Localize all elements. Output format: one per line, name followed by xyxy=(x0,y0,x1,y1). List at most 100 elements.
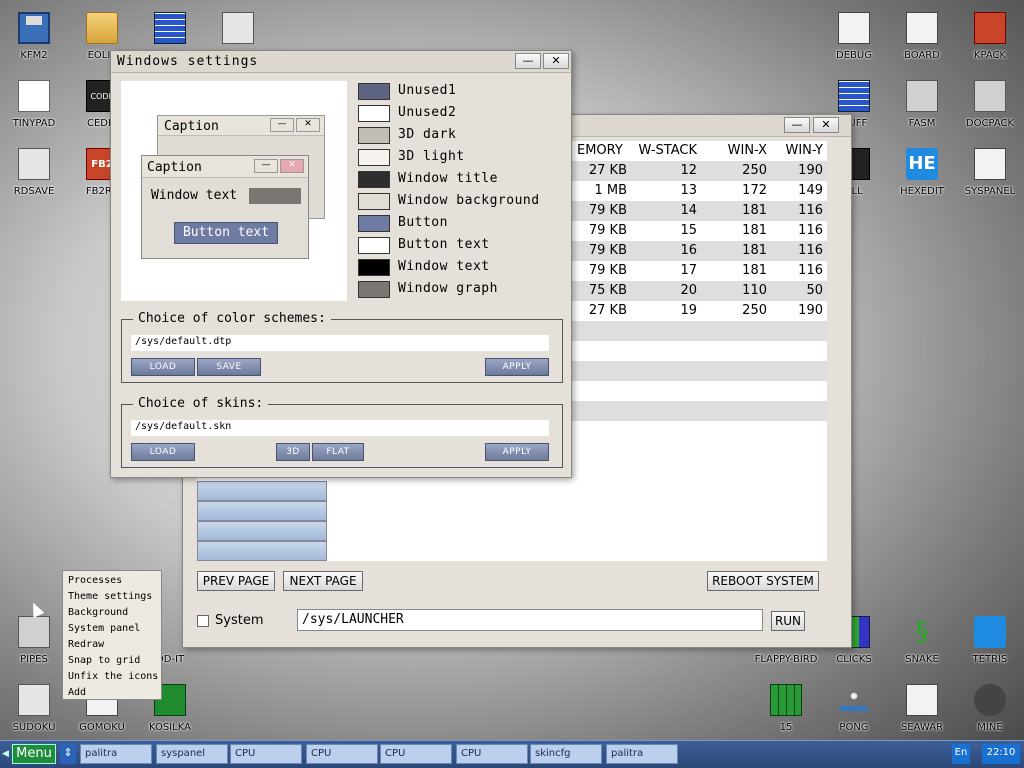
desktop-icon-tetris[interactable]: TETRIS xyxy=(958,606,1022,670)
tetris-icon xyxy=(974,616,1006,648)
table-cell: 75 KB xyxy=(588,283,627,298)
menu-button[interactable]: Menu xyxy=(12,744,56,764)
color-swatch-3d-light[interactable] xyxy=(358,149,390,166)
close-button[interactable]: ✕ xyxy=(813,117,839,133)
mine-icon xyxy=(974,684,1006,716)
grid-app-icon xyxy=(154,12,186,44)
ship-icon xyxy=(906,684,938,716)
table-cell: 190 xyxy=(798,163,823,178)
scheme-load-button[interactable]: LOAD xyxy=(131,358,195,376)
menu-item-theme-settings[interactable]: Theme settings xyxy=(63,589,161,605)
color-swatch-window-text[interactable] xyxy=(358,259,390,276)
color-swatch-window-graph[interactable] xyxy=(358,281,390,298)
color-swatch-window-title[interactable] xyxy=(358,171,390,188)
taskbar-item[interactable]: syspanel xyxy=(156,744,228,764)
table-cell: 79 KB xyxy=(588,263,627,278)
taskbar-item[interactable]: CPU xyxy=(306,744,378,764)
desktop-icon-hexedit[interactable]: HE HEXEDIT xyxy=(890,138,954,202)
desktop-icon-rdsave[interactable]: RDSAVE xyxy=(2,138,66,202)
desktop-icon-fasm[interactable]: FASM xyxy=(890,70,954,134)
desktop-icon-15[interactable]: 15 xyxy=(754,674,818,738)
menu-item-snap-to-grid[interactable]: Snap to grid xyxy=(63,653,161,669)
desktop-icon-kfm2[interactable]: KFM2 xyxy=(2,2,66,66)
table-cell: 27 KB xyxy=(588,163,627,178)
scheme-save-button[interactable]: SAVE xyxy=(197,358,261,376)
color-label: Window title xyxy=(398,171,498,186)
scroll-left-icon[interactable]: ◀ xyxy=(2,749,9,759)
reboot-system-button[interactable]: REBOOT SYSTEM xyxy=(707,571,819,591)
fasm-icon xyxy=(906,80,938,112)
desktop-icon-tinypad[interactable]: TINYPAD xyxy=(2,70,66,134)
color-swatch-unused2[interactable] xyxy=(358,105,390,122)
clock[interactable]: 22:10 xyxy=(982,744,1020,764)
run-button[interactable]: RUN xyxy=(771,611,805,631)
menu-item-add[interactable]: Add xyxy=(63,685,161,701)
desktop-icon-board[interactable]: BOARD xyxy=(890,2,954,66)
table-cell: 13 xyxy=(680,183,697,198)
table-cell: 19 xyxy=(680,303,697,318)
color-label: Window background xyxy=(398,193,540,208)
desktop-icon-pong[interactable]: PONG xyxy=(822,674,886,738)
notepad-icon xyxy=(18,80,50,112)
desktop-icon-syspanel[interactable]: SYSPANEL xyxy=(958,138,1022,202)
settings-minimize-button[interactable]: — xyxy=(515,53,541,69)
skin-path-input[interactable]: /sys/default.skn xyxy=(131,420,549,436)
minimize-button[interactable]: — xyxy=(784,117,810,133)
kpack-icon xyxy=(974,12,1006,44)
menu-item-unfix-icons[interactable]: Unfix the icons xyxy=(63,669,161,685)
taskbar-item[interactable]: CPU xyxy=(380,744,452,764)
desktop-icon-snake[interactable]: § SNAKE xyxy=(890,606,954,670)
taskbar-item[interactable]: palitra xyxy=(606,744,678,764)
pong-icon xyxy=(838,684,870,716)
taskbar-item[interactable]: palitra xyxy=(80,744,152,764)
taskbar-item[interactable]: CPU xyxy=(456,744,528,764)
color-swatch-button-text[interactable] xyxy=(358,237,390,254)
preview-window-text: Window text xyxy=(151,188,238,203)
desktop-icon-seawar[interactable]: SEAWAR xyxy=(890,674,954,738)
cabinet-icon xyxy=(974,80,1006,112)
switch-icon[interactable]: ⇕ xyxy=(60,744,76,764)
desktop-icon-docpack[interactable]: DOCPACK xyxy=(958,70,1022,134)
taskbar-item[interactable]: skincfg xyxy=(530,744,602,764)
next-page-button[interactable]: NEXT PAGE xyxy=(283,571,363,591)
menu-item-processes[interactable]: Processes xyxy=(63,573,161,589)
system-checkbox[interactable] xyxy=(197,615,209,627)
table-cell: 15 xyxy=(680,223,697,238)
desktop-icon-kpack[interactable]: KPACK xyxy=(958,2,1022,66)
skin-3d-button[interactable]: 3D xyxy=(276,443,310,461)
desktop-icon-sudoku[interactable]: SUDOKU xyxy=(2,674,66,738)
color-label: 3D light xyxy=(398,149,465,164)
taskbar-item[interactable]: CPU xyxy=(230,744,302,764)
table-cell: 79 KB xyxy=(588,223,627,238)
prev-page-button[interactable]: PREV PAGE xyxy=(197,571,275,591)
skin-flat-button[interactable]: FLAT xyxy=(312,443,364,461)
skin-apply-button[interactable]: APPLY xyxy=(485,443,549,461)
skin-load-button[interactable]: LOAD xyxy=(131,443,195,461)
menu-item-redraw[interactable]: Redraw xyxy=(63,637,161,653)
color-label: Unused2 xyxy=(398,105,457,120)
menu-item-system-panel[interactable]: System panel xyxy=(63,621,161,637)
settings-close-button[interactable]: ✕ xyxy=(543,53,569,69)
desktop-icon-debug[interactable]: DEBUG xyxy=(822,2,886,66)
desktop-context-menu: Processes Theme settings Background Syst… xyxy=(62,570,162,700)
folder-icon xyxy=(86,12,118,44)
color-swatch-unused1[interactable] xyxy=(358,83,390,100)
table-cell: 116 xyxy=(798,243,823,258)
windows-settings-window[interactable]: Windows settings — ✕ Caption — ✕ Caption… xyxy=(110,50,572,478)
preview-button: Button text xyxy=(174,222,278,244)
color-swatch-button[interactable] xyxy=(358,215,390,232)
color-swatch-3d-dark[interactable] xyxy=(358,127,390,144)
pid-bars xyxy=(197,481,327,561)
color-label: Window text xyxy=(398,259,490,274)
color-scheme-path-input[interactable]: /sys/default.dtp xyxy=(131,335,549,351)
settings-title: Windows settings xyxy=(117,54,259,69)
desktop-icon-mine[interactable]: MINE xyxy=(958,674,1022,738)
table-cell: 110 xyxy=(742,283,767,298)
launcher-path-input[interactable]: /sys/LAUNCHER xyxy=(297,609,763,631)
scheme-apply-button[interactable]: APPLY xyxy=(485,358,549,376)
table-cell: 181 xyxy=(742,203,767,218)
settings-titlebar[interactable]: Windows settings — ✕ xyxy=(111,51,571,73)
language-indicator[interactable]: En xyxy=(952,744,970,764)
color-swatch-window-background[interactable] xyxy=(358,193,390,210)
menu-item-background[interactable]: Background xyxy=(63,605,161,621)
